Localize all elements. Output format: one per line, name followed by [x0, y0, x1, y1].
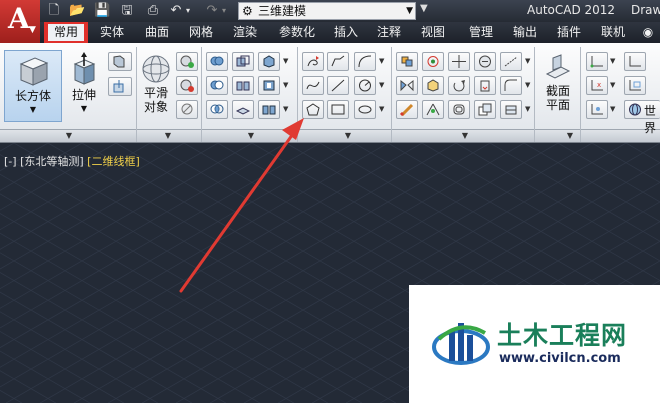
watermark: 土木工程网 www.civilcn.com: [409, 285, 660, 403]
watermark-url: www.civilcn.com: [499, 351, 621, 366]
tab-highlight-box: [44, 22, 88, 43]
watermark-title: 土木工程网: [497, 321, 628, 350]
civilcn-logo-icon: [432, 323, 490, 365]
